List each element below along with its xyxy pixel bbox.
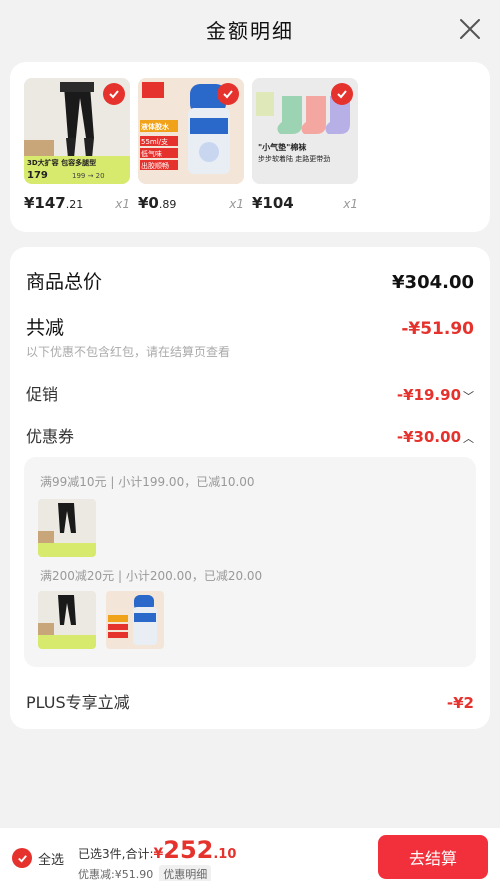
goods-total-value: ¥304.00 xyxy=(392,272,474,293)
goods-total-label: 商品总价 xyxy=(26,271,103,293)
promo-label: 促销 xyxy=(26,385,59,404)
product-price: ¥104 xyxy=(252,194,294,212)
total-int: 252 xyxy=(163,836,214,864)
plus-row: PLUS专享立减 -¥2 xyxy=(26,689,474,713)
header: 金额明细 xyxy=(0,0,500,58)
product-image-tagline: 步步软着陆 走路更带劲 xyxy=(258,155,331,163)
glue-thumb-icon xyxy=(106,591,164,649)
leggings-thumb-icon xyxy=(38,591,96,649)
price-detail-card: 商品总价 ¥304.00 共减 -¥51.90 以下优惠不包含红包，请在结算页查… xyxy=(10,247,490,729)
check-icon xyxy=(109,90,119,99)
discount-row: 共减 -¥51.90 xyxy=(26,313,474,340)
coupon-label: 优惠券 xyxy=(26,427,75,446)
product-item[interactable]: 液体胶水 55ml/支 低气味 出胶顺畅 ¥0.89 x1 xyxy=(138,78,244,212)
coupon-product-thumb xyxy=(38,591,96,649)
discount-value: -¥51.90 xyxy=(401,319,474,339)
product-image: 液体胶水 55ml/支 低气味 出胶顺畅 xyxy=(138,78,244,184)
order-summary: 已选3件,合计: ¥ 252 .10 优惠减:¥51.90 优惠明细 xyxy=(78,836,236,881)
coupon-product-thumb xyxy=(38,499,96,557)
product-item[interactable]: "小气垫"棉袜 步步软着陆 走路更带劲 ¥104 x1 xyxy=(252,78,358,212)
coupon-detail-box: 满99减10元 | 小计199.00，已减10.00 满200减20元 | 小计… xyxy=(24,457,476,667)
product-image-spec: 55ml/支 xyxy=(141,138,169,146)
check-icon xyxy=(17,854,27,863)
product-qty: x1 xyxy=(115,197,130,211)
product-qty: x1 xyxy=(229,197,244,211)
coupon-line: 满99减10元 | 小计199.00，已减10.00 xyxy=(40,475,255,489)
coupon-product-thumb xyxy=(106,591,164,649)
check-icon xyxy=(223,90,233,99)
coupon-value-wrap: -¥30.00 ︿ xyxy=(397,427,474,446)
product-price: ¥0.89 xyxy=(138,194,176,212)
plus-value: -¥2 xyxy=(446,694,474,712)
saved-amount: 优惠减:¥51.90 xyxy=(78,868,154,881)
promo-row[interactable]: 促销 -¥19.90 ﹀ xyxy=(26,381,474,405)
product-image: "小气垫"棉袜 步步软着陆 走路更带劲 xyxy=(252,78,358,184)
product-qty: x1 xyxy=(343,197,358,211)
price-int: ¥147 xyxy=(24,194,66,212)
coupon-row[interactable]: 优惠券 -¥30.00 ︿ xyxy=(26,423,474,447)
product-item[interactable]: 3D大扩容 包容多腿型 179 199 → 20 ¥147.21 x1 xyxy=(24,78,130,212)
product-image-caption: 液体胶水 xyxy=(141,123,169,131)
discount-detail-tag[interactable]: 优惠明细 xyxy=(159,865,212,881)
plus-label: PLUS专享立减 xyxy=(26,693,130,712)
coupon-line: 满200减20元 | 小计200.00，已减20.00 xyxy=(40,569,263,583)
checkout-button[interactable]: 去结算 xyxy=(378,835,488,879)
discount-label: 共减 xyxy=(26,317,65,339)
promo-value-wrap: -¥19.90 ﹀ xyxy=(397,385,474,404)
chevron-down-icon: ﹀ xyxy=(463,390,474,403)
product-image-feature: 低气味 xyxy=(141,150,162,158)
bottom-bar: 全选 已选3件,合计: ¥ 252 .10 优惠减:¥51.90 优惠明细 去结… xyxy=(0,828,500,881)
coupon-value: -¥30.00 xyxy=(396,428,461,446)
discount-note: 以下优惠不包含红包，请在结算页查看 xyxy=(26,345,231,359)
price-int: ¥104 xyxy=(252,194,294,212)
product-check[interactable] xyxy=(103,83,125,105)
product-image-feature: 出胶顺畅 xyxy=(141,162,169,170)
product-check[interactable] xyxy=(217,83,239,105)
price-dec: .21 xyxy=(65,198,84,211)
price-dec: .89 xyxy=(158,198,177,211)
check-icon xyxy=(337,90,347,99)
product-image: 3D大扩容 包容多腿型 179 199 → 20 xyxy=(24,78,130,184)
products-card: 3D大扩容 包容多腿型 179 199 → 20 ¥147.21 x1 液体胶水… xyxy=(10,62,490,232)
select-all[interactable]: 全选 xyxy=(12,848,64,868)
selected-count: 已选3件,合计: xyxy=(78,847,154,861)
chevron-up-icon: ︿ xyxy=(463,432,474,445)
select-all-label: 全选 xyxy=(38,852,65,868)
product-image-caption: 3D大扩容 包容多腿型 xyxy=(27,159,97,167)
total-currency: ¥ xyxy=(153,846,164,862)
product-image-price: 179 xyxy=(27,170,48,181)
product-price: ¥147.21 xyxy=(24,194,83,212)
close-icon[interactable] xyxy=(458,17,482,41)
total-dec: .10 xyxy=(213,847,237,862)
page-title: 金额明细 xyxy=(206,18,294,43)
price-int: ¥0 xyxy=(138,194,159,212)
product-image-caption: "小气垫"棉袜 xyxy=(258,143,307,152)
select-all-check[interactable] xyxy=(12,848,32,868)
goods-total-row: 商品总价 ¥304.00 xyxy=(26,267,474,294)
leggings-thumb-icon xyxy=(38,499,96,557)
promo-value: -¥19.90 xyxy=(396,386,461,404)
product-image-promo: 199 → 20 xyxy=(72,172,105,180)
product-check[interactable] xyxy=(331,83,353,105)
